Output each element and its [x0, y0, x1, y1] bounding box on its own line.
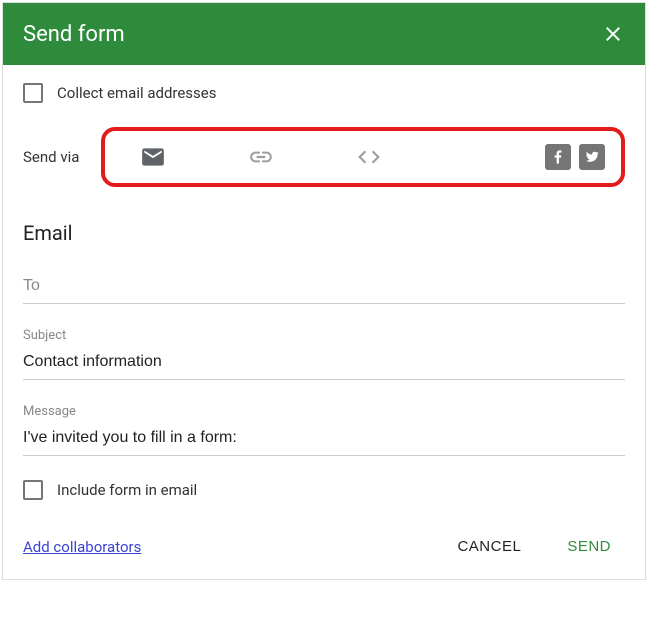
share-twitter-button[interactable] — [579, 144, 605, 170]
facebook-icon — [550, 149, 566, 165]
to-input[interactable] — [23, 273, 625, 304]
send-button[interactable]: SEND — [553, 530, 625, 563]
email-icon — [140, 144, 166, 170]
subject-field: Subject — [23, 328, 625, 380]
dialog-title: Send form — [23, 22, 125, 47]
send-via-link-tab[interactable] — [247, 143, 275, 171]
options-area: Collect email addresses Send via — [3, 65, 645, 203]
collect-emails-row: Collect email addresses — [23, 83, 625, 103]
twitter-icon — [584, 149, 600, 165]
include-form-label: Include form in email — [57, 481, 197, 499]
send-via-email-tab[interactable] — [139, 143, 167, 171]
include-form-checkbox[interactable] — [23, 480, 43, 500]
send-via-embed-tab[interactable] — [355, 143, 383, 171]
message-label: Message — [23, 404, 625, 419]
share-facebook-button[interactable] — [545, 144, 571, 170]
collect-emails-label: Collect email addresses — [57, 84, 217, 102]
close-icon — [601, 22, 625, 46]
message-field: Message — [23, 404, 625, 456]
collect-emails-checkbox[interactable] — [23, 83, 43, 103]
include-form-row: Include form in email — [23, 480, 625, 500]
subject-label: Subject — [23, 328, 625, 343]
cancel-button[interactable]: CANCEL — [443, 530, 535, 563]
send-via-row: Send via — [23, 127, 625, 187]
embed-icon — [356, 144, 382, 170]
social-share — [545, 144, 605, 170]
dialog-footer: Add collaborators CANCEL SEND — [3, 530, 645, 579]
send-via-tabs — [139, 143, 383, 171]
send-form-dialog: Send form Collect email addresses Send v… — [2, 2, 646, 580]
link-icon — [248, 144, 274, 170]
email-section: Email Subject Message Include form in em… — [3, 203, 645, 500]
close-button[interactable] — [601, 22, 625, 46]
send-via-options-highlight — [101, 127, 625, 187]
to-field — [23, 273, 625, 304]
message-input[interactable] — [23, 425, 625, 456]
send-via-label: Send via — [23, 148, 101, 166]
email-heading: Email — [23, 221, 625, 245]
add-collaborators-link[interactable]: Add collaborators — [23, 538, 141, 556]
dialog-header: Send form — [3, 3, 645, 65]
subject-input[interactable] — [23, 349, 625, 380]
